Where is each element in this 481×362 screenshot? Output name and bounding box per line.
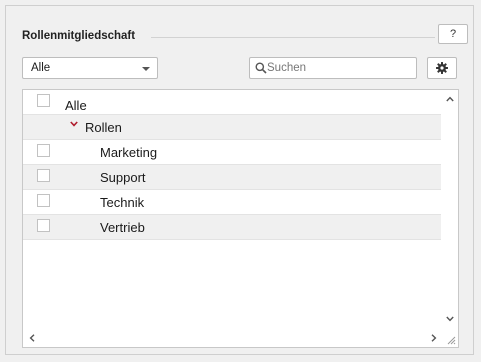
settings-button[interactable] xyxy=(427,57,457,79)
help-button[interactable]: ? xyxy=(438,24,468,44)
tree-label-group: Rollen xyxy=(85,120,122,135)
chevron-left-icon[interactable] xyxy=(29,334,35,342)
checkbox-item[interactable] xyxy=(37,169,50,182)
resize-grip-icon[interactable] xyxy=(447,336,456,345)
role-tree: Alle Rollen Marketing Support Technik Ve… xyxy=(22,89,459,348)
tree-row-item[interactable]: Technik xyxy=(23,190,441,215)
tree-row-item[interactable]: Vertrieb xyxy=(23,215,441,240)
search-input[interactable] xyxy=(267,59,412,77)
chevron-down-icon[interactable] xyxy=(70,121,78,127)
filter-select-value: Alle xyxy=(31,62,51,74)
search-icon xyxy=(255,62,267,74)
tree-item-label: Technik xyxy=(100,195,145,210)
chevron-down-icon[interactable] xyxy=(446,316,454,322)
checkbox-item[interactable] xyxy=(37,194,50,207)
tree-row-root[interactable]: Alle xyxy=(23,90,441,115)
role-membership-panel: Rollenmitgliedschaft ? Alle Alle xyxy=(5,5,474,355)
tree-item-label: Marketing xyxy=(100,145,158,160)
checkbox-item[interactable] xyxy=(37,219,50,232)
title-divider xyxy=(151,37,435,38)
section-title: Rollenmitgliedschaft xyxy=(22,30,136,42)
tree-item-label: Vertrieb xyxy=(100,220,145,235)
chevron-right-icon[interactable] xyxy=(431,334,437,342)
chevron-up-icon[interactable] xyxy=(446,96,454,102)
tree-row-item[interactable]: Support xyxy=(23,165,441,190)
vertical-scrollbar[interactable] xyxy=(441,90,458,330)
filter-select[interactable]: Alle xyxy=(22,57,158,79)
dropdown-caret-icon xyxy=(142,67,150,71)
tree-row-group[interactable]: Rollen xyxy=(23,115,441,140)
checkbox-root[interactable] xyxy=(37,94,50,107)
horizontal-scrollbar[interactable] xyxy=(23,330,443,347)
search-field[interactable] xyxy=(249,57,417,79)
tree-label-root: Alle xyxy=(65,98,87,113)
gear-icon xyxy=(436,62,448,74)
tree-row-item[interactable]: Marketing xyxy=(23,140,441,165)
tree-item-label: Support xyxy=(100,170,146,185)
checkbox-item[interactable] xyxy=(37,144,50,157)
